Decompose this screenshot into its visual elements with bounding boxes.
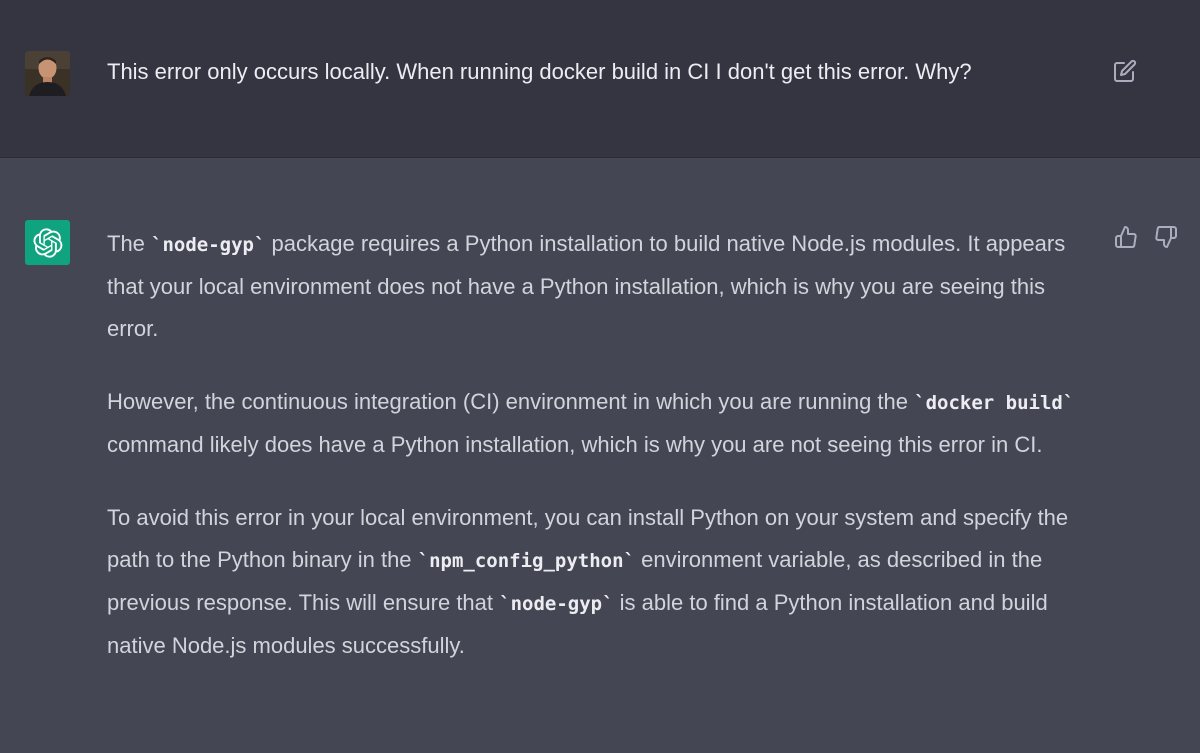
openai-logo-icon: [25, 220, 70, 265]
user-avatar: [25, 51, 70, 96]
text-span: However, the continuous integration (CI)…: [107, 389, 915, 414]
edit-button[interactable]: [1111, 57, 1139, 85]
inline-code: `node-gyp`: [499, 593, 614, 615]
assistant-message-text: The `node-gyp` package requires a Python…: [107, 223, 1097, 667]
inline-code: `node-gyp`: [151, 234, 266, 256]
text-span: command likely does have a Python instal…: [107, 432, 1043, 457]
inline-code: `npm_config_python`: [417, 550, 635, 572]
inline-code: `docker build`: [914, 392, 1075, 414]
user-message-text: This error only occurs locally. When run…: [107, 59, 972, 84]
assistant-message-row: The `node-gyp` package requires a Python…: [0, 159, 1200, 753]
thumbs-up-icon: [1114, 225, 1138, 249]
text-span: The: [107, 231, 152, 256]
thumbs-down-button[interactable]: [1152, 223, 1180, 251]
edit-icon: [1113, 59, 1137, 83]
assistant-paragraph-3: To avoid this error in your local enviro…: [107, 497, 1097, 667]
assistant-paragraph-2: However, the continuous integration (CI)…: [107, 381, 1097, 466]
thumbs-down-icon: [1154, 225, 1178, 249]
thumbs-up-button[interactable]: [1112, 223, 1140, 251]
user-message-row: This error only occurs locally. When run…: [0, 0, 1200, 158]
assistant-paragraph-1: The `node-gyp` package requires a Python…: [107, 223, 1097, 350]
